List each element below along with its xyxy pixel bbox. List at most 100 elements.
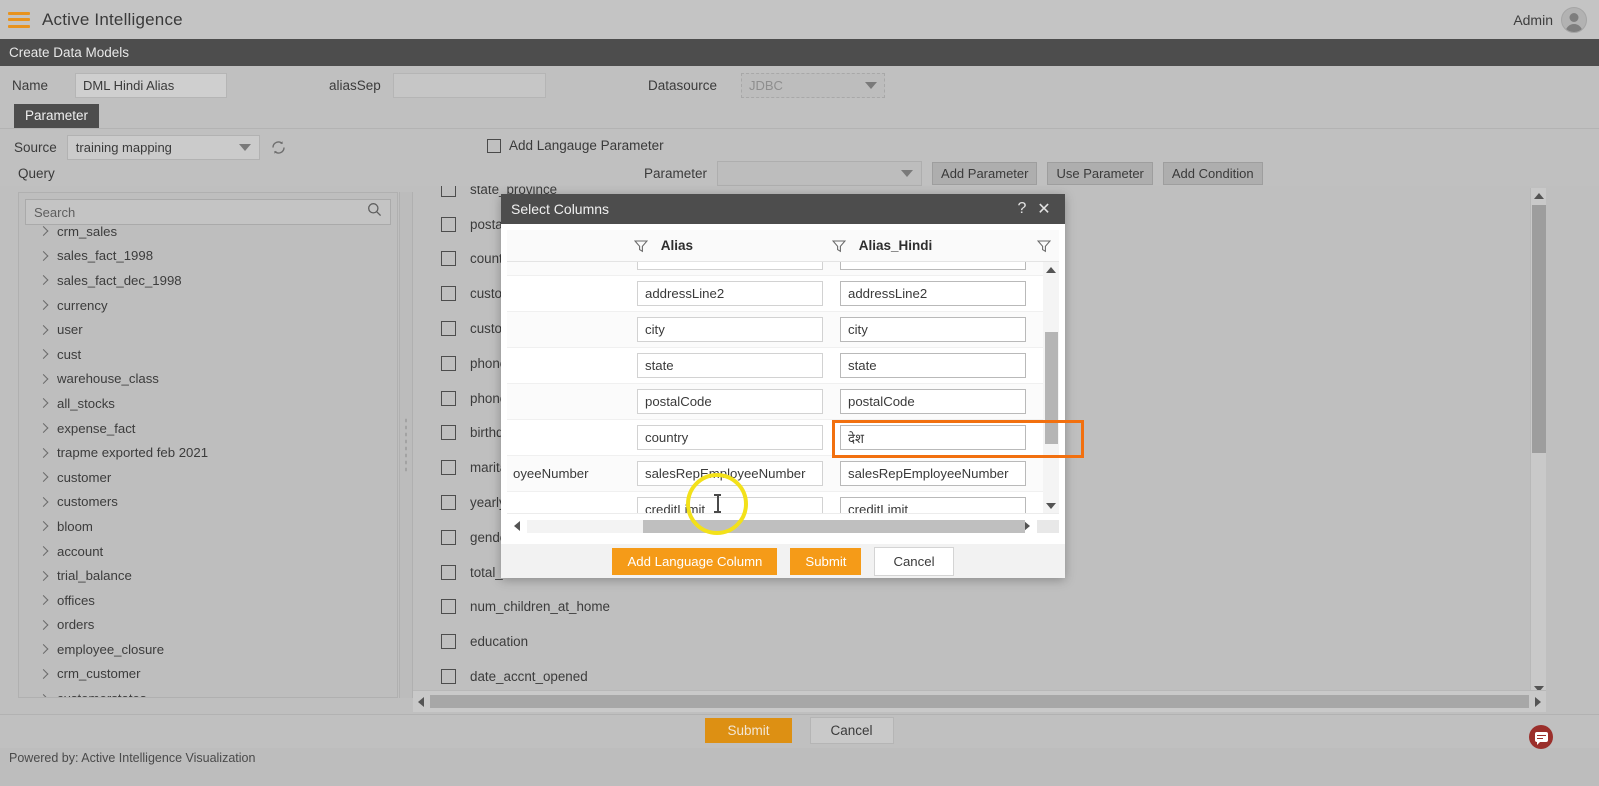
column-checkbox[interactable]: [441, 286, 456, 302]
tree-item[interactable]: sales_fact_dec_1998: [19, 268, 397, 293]
alias-hindi-input[interactable]: देश: [840, 425, 1026, 450]
column-checkbox[interactable]: [441, 460, 456, 476]
tree-item[interactable]: all_stocks: [19, 391, 397, 416]
alias-hindi-input[interactable]: creditLimit: [840, 497, 1026, 513]
filter-funnel-icon[interactable]: [1030, 239, 1059, 253]
column-checkbox[interactable]: [441, 634, 456, 650]
tree-item[interactable]: crm_customer: [19, 662, 397, 687]
chevron-right-icon[interactable]: [38, 619, 49, 630]
hscroll-track[interactable]: [527, 519, 1025, 533]
hamburger-icon[interactable]: [8, 11, 30, 28]
alias-input[interactable]: city: [637, 317, 823, 342]
chevron-right-icon[interactable]: [38, 447, 49, 458]
tree-item[interactable]: customer: [19, 465, 397, 490]
add-parameter-button[interactable]: Add Parameter: [932, 162, 1038, 185]
filter-funnel-icon[interactable]: [831, 239, 846, 253]
alias-hindi-input[interactable]: state: [840, 353, 1026, 378]
datasource-select[interactable]: JDBC: [741, 72, 885, 98]
chevron-right-icon[interactable]: [38, 250, 49, 261]
column-checkbox[interactable]: [441, 495, 456, 511]
alias-input[interactable]: country: [637, 425, 823, 450]
chevron-right-icon[interactable]: [38, 546, 49, 556]
scroll-up-icon[interactable]: [1531, 188, 1547, 203]
alias-hindi-input[interactable]: city: [840, 317, 1026, 342]
column-list-item[interactable]: num_children_at_home: [425, 590, 693, 625]
chevron-right-icon[interactable]: [38, 472, 49, 483]
alias-input[interactable]: addressLine2: [637, 281, 823, 306]
filter-funnel-icon[interactable]: [633, 239, 648, 253]
scroll-left-icon[interactable]: [413, 696, 429, 707]
chevron-right-icon[interactable]: [38, 570, 49, 581]
main-vertical-scrollbar[interactable]: [1530, 188, 1546, 696]
scroll-right-icon[interactable]: [1530, 696, 1546, 707]
scroll-up-icon[interactable]: [1043, 263, 1059, 277]
panel-splitter[interactable]: [399, 192, 413, 698]
tree-item[interactable]: bloom: [19, 514, 397, 539]
tree-item[interactable]: expense_fact: [19, 416, 397, 441]
hscrollbar-thumb[interactable]: [430, 695, 1529, 708]
add-condition-button[interactable]: Add Condition: [1162, 162, 1263, 185]
tree-item[interactable]: orders: [19, 613, 397, 638]
column-checkbox[interactable]: [441, 216, 456, 232]
dialog-vertical-scrollbar[interactable]: [1043, 262, 1059, 513]
user-avatar-icon[interactable]: [1561, 6, 1587, 33]
tree-item[interactable]: crm_sales: [19, 225, 397, 244]
tree-item[interactable]: offices: [19, 588, 397, 613]
scrollbar-thumb[interactable]: [1532, 205, 1546, 453]
aliassep-input[interactable]: [393, 72, 546, 98]
tree-item[interactable]: user: [19, 317, 397, 342]
page-submit-button[interactable]: Submit: [705, 718, 792, 743]
chevron-right-icon[interactable]: [38, 693, 49, 697]
dialog-submit-button[interactable]: Submit: [790, 547, 862, 575]
close-icon[interactable]: ✕: [1033, 199, 1055, 219]
chevron-right-icon[interactable]: [38, 275, 49, 286]
column-checkbox[interactable]: [441, 390, 456, 406]
scroll-left-icon[interactable]: [507, 521, 527, 531]
name-input[interactable]: DML Hindi Alias: [75, 72, 227, 98]
page-cancel-button[interactable]: Cancel: [809, 717, 894, 744]
alias-hindi-input[interactable]: postalCode: [840, 389, 1026, 414]
tree-item[interactable]: customers: [19, 490, 397, 515]
tree-item[interactable]: trapme exported feb 2021: [19, 440, 397, 465]
chevron-right-icon[interactable]: [38, 300, 49, 311]
column-header-alias[interactable]: Alias: [633, 238, 832, 253]
add-language-parameter-checkbox[interactable]: [487, 138, 501, 153]
column-checkbox[interactable]: [441, 529, 456, 545]
chevron-right-icon[interactable]: [38, 324, 49, 335]
search-icon[interactable]: [367, 202, 382, 222]
alias-hindi-input[interactable]: salesRepEmployeeNumber: [840, 461, 1026, 486]
parameter-select[interactable]: [717, 161, 923, 186]
source-select[interactable]: training mapping: [66, 135, 260, 160]
tree-item[interactable]: cust: [19, 342, 397, 367]
column-checkbox[interactable]: [441, 355, 456, 371]
chevron-right-icon[interactable]: [38, 398, 49, 409]
column-checkbox[interactable]: [441, 251, 456, 267]
alias-hindi-input[interactable]: [840, 262, 1026, 270]
column-header-alias-hindi[interactable]: Alias_Hindi: [831, 238, 1030, 253]
column-checkbox[interactable]: [441, 321, 456, 337]
tree-item[interactable]: account: [19, 539, 397, 564]
refresh-icon[interactable]: [270, 139, 287, 156]
tree-item[interactable]: employee_closure: [19, 637, 397, 662]
chat-bubble-icon[interactable]: [1529, 725, 1553, 749]
chevron-right-icon[interactable]: [38, 373, 49, 384]
column-list-item[interactable]: education: [425, 624, 693, 659]
alias-hindi-input[interactable]: addressLine2: [840, 281, 1026, 306]
chevron-right-icon[interactable]: [38, 423, 49, 433]
search-input[interactable]: Search: [25, 199, 391, 225]
add-language-parameter-row[interactable]: Add Langauge Parameter: [487, 138, 664, 153]
alias-input[interactable]: state: [637, 353, 823, 378]
column-checkbox[interactable]: [441, 599, 456, 615]
main-horizontal-scrollbar[interactable]: [413, 690, 1546, 712]
chevron-right-icon[interactable]: [38, 349, 49, 360]
question-mark-icon[interactable]: ?: [1011, 200, 1033, 218]
column-checkbox[interactable]: [441, 425, 456, 441]
tree-item[interactable]: trial_balance: [19, 563, 397, 588]
alias-input[interactable]: [637, 262, 823, 270]
use-parameter-button[interactable]: Use Parameter: [1047, 162, 1153, 185]
column-checkbox[interactable]: [441, 564, 456, 580]
chevron-right-icon[interactable]: [38, 669, 49, 679]
chevron-right-icon[interactable]: [38, 496, 49, 507]
dialog-scrollbar-thumb[interactable]: [1045, 332, 1058, 444]
column-list-item[interactable]: date_accnt_opened: [425, 659, 693, 694]
